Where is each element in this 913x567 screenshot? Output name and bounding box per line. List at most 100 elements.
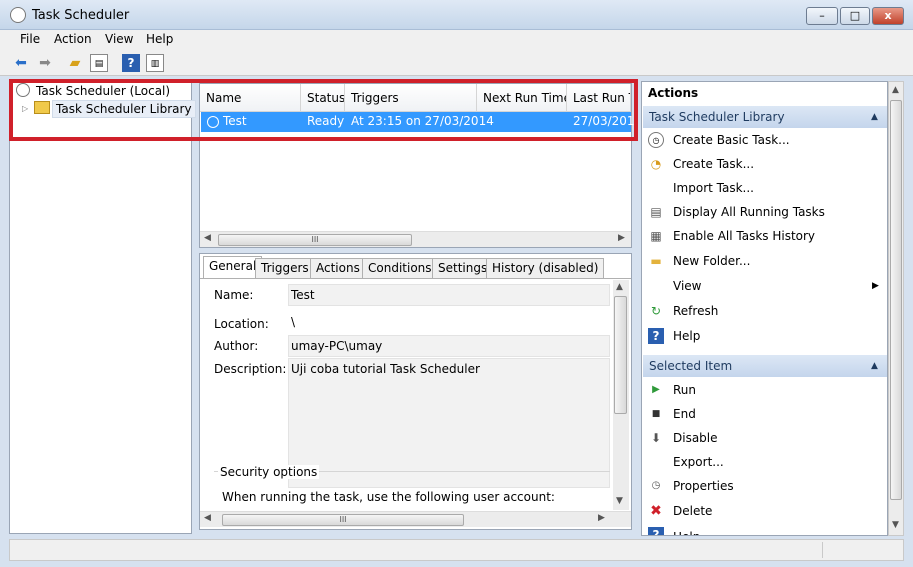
actions-vscrollbar[interactable]: ▲ ▼: [888, 81, 904, 536]
minimize-button[interactable]: –: [806, 7, 838, 25]
menu-action[interactable]: Action: [54, 32, 92, 46]
action-end[interactable]: ■ End: [642, 403, 887, 425]
scroll-down-icon[interactable]: ▼: [892, 520, 899, 530]
forward-arrow-icon[interactable]: ➡: [36, 54, 54, 72]
down-arrow-icon: ⬇: [650, 431, 662, 445]
toolbar: ⬅ ➡ ▰ ▤ ? ▥: [0, 50, 913, 76]
scroll-up-icon[interactable]: ▲: [892, 85, 899, 95]
properties-clock-icon: ◷: [651, 480, 661, 491]
action-display-running-tasks[interactable]: ▤ Display All Running Tasks: [642, 201, 887, 223]
author-label: Author:: [214, 339, 259, 353]
action-label: Run: [673, 383, 697, 397]
help-icon[interactable]: ?: [122, 54, 140, 72]
console-tree: Task Scheduler (Local) ▷ Task Scheduler …: [9, 79, 196, 534]
location-label: Location:: [214, 317, 269, 331]
collapse-arrow-icon[interactable]: ▲: [871, 106, 878, 128]
action-enable-history[interactable]: ▦ Enable All Tasks History: [642, 225, 887, 247]
action-properties[interactable]: ◷ Properties: [642, 475, 887, 497]
tab-actions[interactable]: Actions: [310, 258, 366, 278]
action-label: Import Task...: [673, 181, 754, 195]
action-delete[interactable]: ✖ Delete: [642, 500, 887, 522]
wizard-clock-icon: ◷: [648, 132, 664, 148]
help-icon: ?: [648, 328, 664, 344]
action-label: Help: [673, 526, 700, 535]
menu-file[interactable]: File: [20, 32, 40, 46]
action-refresh[interactable]: ↻ Refresh: [642, 300, 887, 322]
folder-icon: ▬: [650, 254, 662, 268]
action-label: Disable: [673, 431, 718, 445]
tab-triggers[interactable]: Triggers: [255, 258, 315, 278]
stop-icon: ■: [651, 409, 661, 419]
menu-bar: File Action View Help: [0, 30, 913, 50]
description-field[interactable]: Uji coba tutorial Task Scheduler: [288, 358, 610, 488]
action-disable[interactable]: ⬇ Disable: [642, 427, 887, 449]
tab-settings[interactable]: Settings: [432, 258, 494, 278]
refresh-icon: ↻: [650, 304, 662, 318]
scroll-thumb[interactable]: III: [222, 514, 464, 526]
delete-icon: ✖: [650, 503, 662, 519]
action-label: Properties: [673, 479, 734, 493]
action-pane-icon[interactable]: ▥: [146, 54, 164, 72]
collapse-arrow-icon[interactable]: ▲: [871, 355, 878, 377]
action-label: Enable All Tasks History: [673, 229, 816, 243]
description-label: Description:: [214, 362, 287, 376]
scroll-up-icon[interactable]: ▲: [616, 282, 623, 292]
menu-help[interactable]: Help: [146, 32, 173, 46]
detail-vscrollbar[interactable]: ▲ ▼: [613, 280, 629, 510]
action-export[interactable]: Export...: [642, 451, 887, 473]
scroll-left-icon[interactable]: ◀: [204, 513, 211, 523]
scroll-thumb[interactable]: [890, 100, 902, 500]
clock-icon: [10, 7, 26, 23]
tab-general[interactable]: General: [203, 256, 263, 279]
scroll-right-icon[interactable]: ▶: [598, 513, 605, 523]
action-create-basic-task[interactable]: ◷ Create Basic Task...: [642, 129, 887, 151]
tab-history[interactable]: History (disabled): [486, 258, 605, 278]
folder-up-icon[interactable]: ▰: [66, 54, 84, 72]
name-label: Name:: [214, 288, 254, 302]
actions-title: Actions: [648, 86, 699, 100]
section-header-library[interactable]: Task Scheduler Library ▲: [643, 106, 887, 128]
author-field[interactable]: umay-PC\umay: [288, 335, 610, 357]
play-icon: ▶: [652, 384, 660, 395]
scroll-thumb[interactable]: [614, 296, 627, 414]
security-options-text: When running the task, use the following…: [222, 490, 555, 504]
action-help-selected[interactable]: ? Help: [642, 524, 887, 535]
window-title: Task Scheduler: [32, 8, 130, 23]
history-icon: ▦: [650, 229, 662, 243]
security-options-title: Security options: [218, 465, 320, 479]
action-import-task[interactable]: Import Task...: [642, 177, 887, 199]
tab-divider: [200, 278, 631, 279]
tab-conditions[interactable]: Conditions: [362, 258, 438, 278]
help-icon: ?: [648, 527, 664, 535]
section-header-selected-item[interactable]: Selected Item ▲: [643, 355, 887, 377]
action-help[interactable]: ? Help: [642, 325, 887, 347]
action-label: View: [673, 279, 702, 293]
location-field[interactable]: \: [288, 311, 610, 333]
submenu-arrow-icon: ▶: [872, 281, 879, 291]
highlight-box: [9, 79, 638, 141]
menu-view[interactable]: View: [105, 32, 133, 46]
action-label: New Folder...: [673, 254, 751, 268]
maximize-button[interactable]: □: [840, 7, 870, 25]
scroll-right-icon[interactable]: ▶: [618, 233, 625, 243]
actions-pane: Actions Task Scheduler Library ▲ ◷ Creat…: [641, 81, 888, 536]
back-arrow-icon[interactable]: ⬅: [12, 54, 30, 72]
action-create-task[interactable]: ◔ Create Task...: [642, 153, 887, 175]
task-detail-pane: General Triggers Actions Conditions Sett…: [199, 253, 632, 530]
action-label: Refresh: [673, 304, 719, 318]
status-bar: [9, 539, 904, 561]
task-list-hscrollbar[interactable]: ◀ III ▶: [200, 231, 631, 247]
new-task-icon: ◔: [650, 157, 662, 171]
action-label: Create Task...: [673, 157, 755, 171]
close-button[interactable]: x: [872, 7, 904, 25]
action-new-folder[interactable]: ▬ New Folder...: [642, 250, 887, 272]
scroll-left-icon[interactable]: ◀: [204, 233, 211, 243]
show-hide-tree-icon[interactable]: ▤: [90, 54, 108, 72]
scroll-thumb[interactable]: III: [218, 234, 412, 246]
action-run[interactable]: ▶ Run: [642, 379, 887, 401]
action-label: Display All Running Tasks: [673, 205, 825, 219]
detail-hscrollbar[interactable]: ◀ III ▶: [200, 511, 631, 527]
scroll-down-icon[interactable]: ▼: [616, 496, 623, 506]
action-view[interactable]: View ▶: [642, 275, 887, 297]
name-field[interactable]: Test: [288, 284, 610, 306]
